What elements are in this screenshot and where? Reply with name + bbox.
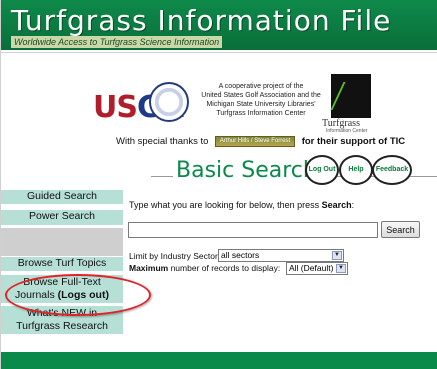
site-title: Turfgrass Information File — [11, 4, 392, 37]
site-banner: Turfgrass Information File Worldwide Acc… — [1, 0, 437, 50]
sponsor-logo: Arthur Hills / Steve Forrest — [215, 136, 296, 147]
cooperative-text: A cooperative project of the United Stat… — [201, 83, 321, 117]
sector-select[interactable]: all sectors ▼ — [218, 249, 344, 262]
logout-button[interactable]: Log Out — [305, 155, 339, 185]
site-subtitle: Worldwide Access to Turfgrass Science In… — [11, 36, 223, 48]
page: Turfgrass Information File Worldwide Acc… — [0, 0, 437, 369]
footer-bar — [1, 352, 437, 369]
sidebar-spacer — [1, 228, 123, 256]
chevron-down-icon[interactable]: ▼ — [332, 251, 342, 260]
sidebar-item-guided-search[interactable]: Guided Search — [1, 190, 123, 204]
highlight-oval — [5, 274, 151, 316]
sidebar-item-power-search[interactable]: Power Search — [1, 210, 123, 225]
sector-label: Limit by Industry Sector — [129, 251, 218, 261]
chevron-down-icon[interactable]: ▼ — [336, 264, 346, 273]
sidebar-item-browse-turf-topics[interactable]: Browse Turf Topics — [1, 257, 123, 271]
sponsor-thanks: With special thanks to Arthur Hills / St… — [116, 136, 406, 148]
search-button[interactable]: Search — [381, 221, 420, 238]
max-records-select[interactable]: All (Default) ▼ — [286, 262, 348, 275]
tic-logo-subtext: Information Center — [326, 128, 368, 134]
feedback-button[interactable]: Feedback — [372, 155, 412, 185]
page-title: Basic Search — [173, 158, 320, 183]
search-input[interactable] — [128, 222, 378, 238]
search-prompt: Type what you are looking for below, the… — [129, 200, 355, 210]
banner-divider — [1, 50, 437, 53]
usga-seal-icon — [149, 82, 189, 122]
help-button[interactable]: Help — [339, 155, 373, 185]
tic-logo-icon — [331, 74, 371, 118]
max-records-label: Maximum number of records to display: — [129, 263, 281, 273]
